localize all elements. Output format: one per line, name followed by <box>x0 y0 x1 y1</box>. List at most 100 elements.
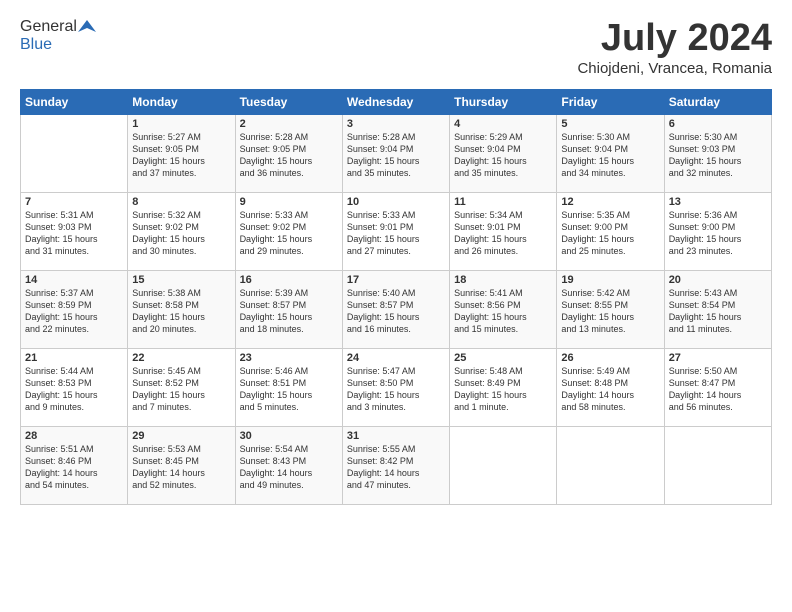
cell-info: Sunrise: 5:50 AM <box>669 365 767 377</box>
cell-info: Sunset: 8:48 PM <box>561 377 659 389</box>
calendar-cell: 10Sunrise: 5:33 AMSunset: 9:01 PMDayligh… <box>342 192 449 270</box>
cell-info: Sunset: 8:49 PM <box>454 377 552 389</box>
day-number: 29 <box>132 430 230 442</box>
title-block: July 2024 Chiojdeni, Vrancea, Romania <box>577 18 772 77</box>
cell-info: Daylight: 15 hours <box>240 311 338 323</box>
cell-info: Sunrise: 5:30 AM <box>561 131 659 143</box>
cell-info: Daylight: 15 hours <box>240 155 338 167</box>
cell-info: Sunset: 8:51 PM <box>240 377 338 389</box>
day-number: 12 <box>561 196 659 208</box>
cell-info: Daylight: 14 hours <box>25 467 123 479</box>
calendar-cell: 29Sunrise: 5:53 AMSunset: 8:45 PMDayligh… <box>128 426 235 504</box>
day-number: 7 <box>25 196 123 208</box>
day-of-week-header: Wednesday <box>342 89 449 114</box>
day-number: 6 <box>669 118 767 130</box>
calendar-cell: 3Sunrise: 5:28 AMSunset: 9:04 PMDaylight… <box>342 114 449 192</box>
cell-info: Daylight: 14 hours <box>561 389 659 401</box>
calendar-week-row: 1Sunrise: 5:27 AMSunset: 9:05 PMDaylight… <box>21 114 772 192</box>
cell-info: Sunset: 9:04 PM <box>454 143 552 155</box>
cell-info: Sunset: 8:46 PM <box>25 455 123 467</box>
cell-info: Daylight: 15 hours <box>132 311 230 323</box>
calendar-cell: 31Sunrise: 5:55 AMSunset: 8:42 PMDayligh… <box>342 426 449 504</box>
cell-info: and 34 minutes. <box>561 167 659 179</box>
calendar-cell: 9Sunrise: 5:33 AMSunset: 9:02 PMDaylight… <box>235 192 342 270</box>
cell-info: and 37 minutes. <box>132 167 230 179</box>
calendar-cell: 15Sunrise: 5:38 AMSunset: 8:58 PMDayligh… <box>128 270 235 348</box>
cell-info: Daylight: 15 hours <box>669 155 767 167</box>
cell-info: Sunrise: 5:54 AM <box>240 443 338 455</box>
cell-info: Sunset: 8:55 PM <box>561 299 659 311</box>
cell-info: Sunset: 9:03 PM <box>669 143 767 155</box>
cell-info: Sunset: 9:05 PM <box>240 143 338 155</box>
calendar-cell: 5Sunrise: 5:30 AMSunset: 9:04 PMDaylight… <box>557 114 664 192</box>
cell-info: and 7 minutes. <box>132 401 230 413</box>
calendar-week-row: 7Sunrise: 5:31 AMSunset: 9:03 PMDaylight… <box>21 192 772 270</box>
cell-info: Sunset: 8:45 PM <box>132 455 230 467</box>
cell-info: Daylight: 14 hours <box>669 389 767 401</box>
calendar-cell: 30Sunrise: 5:54 AMSunset: 8:43 PMDayligh… <box>235 426 342 504</box>
cell-info: Sunset: 9:01 PM <box>454 221 552 233</box>
cell-info: Sunrise: 5:45 AM <box>132 365 230 377</box>
cell-info: Daylight: 15 hours <box>561 155 659 167</box>
day-of-week-header: Saturday <box>664 89 771 114</box>
calendar-cell: 23Sunrise: 5:46 AMSunset: 8:51 PMDayligh… <box>235 348 342 426</box>
cell-info: and 26 minutes. <box>454 245 552 257</box>
cell-info: and 36 minutes. <box>240 167 338 179</box>
calendar-cell <box>557 426 664 504</box>
cell-info: Sunrise: 5:27 AM <box>132 131 230 143</box>
day-number: 16 <box>240 274 338 286</box>
location: Chiojdeni, Vrancea, Romania <box>577 60 772 77</box>
logo-bird-icon <box>78 18 96 36</box>
day-number: 15 <box>132 274 230 286</box>
cell-info: Daylight: 14 hours <box>240 467 338 479</box>
cell-info: Daylight: 15 hours <box>132 233 230 245</box>
cell-info: Sunrise: 5:47 AM <box>347 365 445 377</box>
cell-info: and 35 minutes. <box>347 167 445 179</box>
day-number: 17 <box>347 274 445 286</box>
cell-info: Sunset: 8:52 PM <box>132 377 230 389</box>
cell-info: Daylight: 15 hours <box>347 311 445 323</box>
cell-info: Sunrise: 5:38 AM <box>132 287 230 299</box>
cell-info: and 13 minutes. <box>561 323 659 335</box>
day-of-week-header: Thursday <box>450 89 557 114</box>
day-number: 13 <box>669 196 767 208</box>
cell-info: and 1 minute. <box>454 401 552 413</box>
cell-info: Sunset: 9:03 PM <box>25 221 123 233</box>
cell-info: and 5 minutes. <box>240 401 338 413</box>
day-number: 3 <box>347 118 445 130</box>
cell-info: and 54 minutes. <box>25 479 123 491</box>
calendar-cell <box>21 114 128 192</box>
cell-info: Sunset: 9:00 PM <box>669 221 767 233</box>
day-number: 31 <box>347 430 445 442</box>
calendar-cell: 19Sunrise: 5:42 AMSunset: 8:55 PMDayligh… <box>557 270 664 348</box>
calendar-week-row: 28Sunrise: 5:51 AMSunset: 8:46 PMDayligh… <box>21 426 772 504</box>
cell-info: and 20 minutes. <box>132 323 230 335</box>
day-of-week-header: Tuesday <box>235 89 342 114</box>
day-number: 22 <box>132 352 230 364</box>
cell-info: and 30 minutes. <box>132 245 230 257</box>
cell-info: and 18 minutes. <box>240 323 338 335</box>
day-number: 24 <box>347 352 445 364</box>
cell-info: Sunrise: 5:51 AM <box>25 443 123 455</box>
cell-info: and 15 minutes. <box>454 323 552 335</box>
cell-info: and 58 minutes. <box>561 401 659 413</box>
cell-info: Daylight: 15 hours <box>561 233 659 245</box>
calendar-cell: 13Sunrise: 5:36 AMSunset: 9:00 PMDayligh… <box>664 192 771 270</box>
cell-info: Sunrise: 5:40 AM <box>347 287 445 299</box>
cell-info: Sunrise: 5:46 AM <box>240 365 338 377</box>
day-number: 14 <box>25 274 123 286</box>
cell-info: and 29 minutes. <box>240 245 338 257</box>
day-number: 1 <box>132 118 230 130</box>
cell-info: Sunrise: 5:29 AM <box>454 131 552 143</box>
day-number: 25 <box>454 352 552 364</box>
cell-info: Sunrise: 5:36 AM <box>669 209 767 221</box>
day-number: 28 <box>25 430 123 442</box>
day-number: 21 <box>25 352 123 364</box>
cell-info: Daylight: 15 hours <box>669 311 767 323</box>
cell-info: and 9 minutes. <box>25 401 123 413</box>
cell-info: Daylight: 15 hours <box>132 389 230 401</box>
day-number: 5 <box>561 118 659 130</box>
cell-info: Sunrise: 5:35 AM <box>561 209 659 221</box>
calendar-week-row: 14Sunrise: 5:37 AMSunset: 8:59 PMDayligh… <box>21 270 772 348</box>
day-number: 30 <box>240 430 338 442</box>
